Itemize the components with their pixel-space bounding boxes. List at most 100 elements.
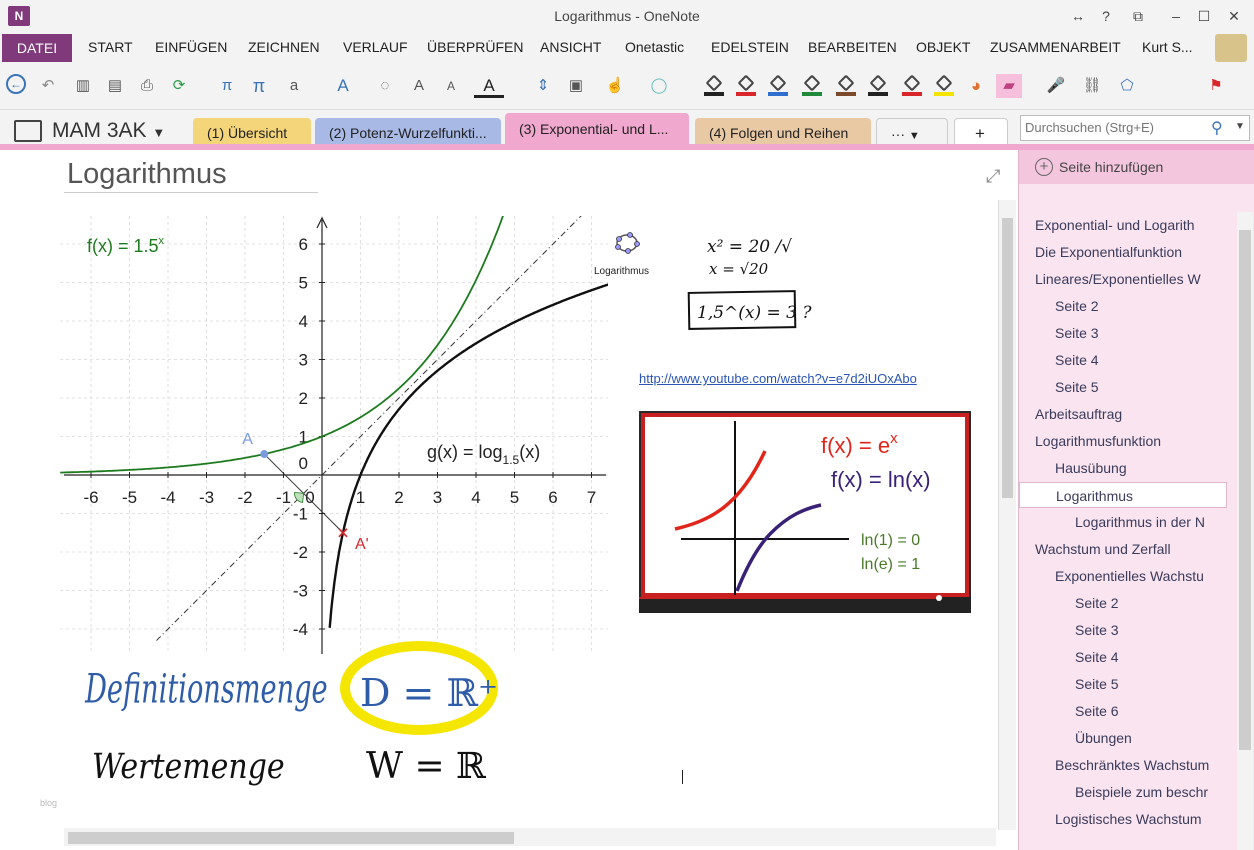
page-horizontal-scrollbar[interactable] <box>64 828 996 846</box>
youtube-link[interactable]: http://www.youtube.com/watch?v=e7d2iUOxA… <box>639 371 917 386</box>
geogebra-label[interactable]: Logarithmus <box>594 266 649 277</box>
page-item[interactable]: Seite 3 <box>1055 320 1219 346</box>
flag-icon[interactable]: ⚑ <box>1204 74 1228 98</box>
chevron-down-icon[interactable]: ▼ <box>152 125 165 140</box>
brown-pen-icon[interactable] <box>834 74 858 98</box>
sync-icon[interactable]: ⟳ <box>168 74 190 98</box>
page-item[interactable]: Logarithmus in der N <box>1075 509 1219 535</box>
page-item[interactable]: Seite 5 <box>1055 374 1219 400</box>
video-thumbnail[interactable]: f(x) = ex f(x) = ln(x) ln(1) = 0 ln(e) =… <box>639 411 971 613</box>
avatar[interactable] <box>1215 34 1247 62</box>
page-vertical-scrollbar[interactable] <box>998 200 1016 830</box>
restore-ribbon-icon[interactable]: ↔ <box>1066 5 1090 27</box>
text-color-icon[interactable]: A <box>474 74 504 98</box>
page-item[interactable]: Lineares/Exponentielles W <box>1035 266 1219 292</box>
expand-icon[interactable]: ⤢ <box>986 166 1000 187</box>
notebook-name[interactable]: MAM 3AK ▼ <box>52 119 165 143</box>
page-item[interactable]: Hausübung <box>1055 455 1219 481</box>
touch-icon[interactable]: ☝ <box>600 74 630 98</box>
print-preview-icon[interactable]: ⎙ <box>136 74 158 98</box>
red-pen-2-icon[interactable] <box>900 74 924 98</box>
page-list-scrollbar[interactable] <box>1237 212 1253 850</box>
pi-icon[interactable]: π <box>248 74 270 98</box>
tab-datei[interactable]: DATEI <box>2 34 72 62</box>
green-pen-icon[interactable] <box>800 74 824 98</box>
dock-icon[interactable]: ▥ <box>72 74 94 98</box>
tab-ansicht[interactable]: ANSICHT <box>540 39 601 55</box>
link-icon[interactable]: ⛓ <box>1080 74 1104 98</box>
notebook-icon[interactable] <box>14 120 42 142</box>
pi-symbol-icon[interactable]: π <box>214 74 240 98</box>
page-item[interactable]: Exponentielles Wachstu <box>1055 563 1219 589</box>
color-wheel-icon[interactable]: ◕ <box>964 74 988 98</box>
tab-zeichnen[interactable]: ZEICHNEN <box>248 39 320 55</box>
red-pen-icon[interactable] <box>734 74 758 98</box>
page-item-selected[interactable]: Logarithmus <box>1019 482 1227 508</box>
page-item[interactable]: Wachstum und Zerfall <box>1035 536 1219 562</box>
user-name[interactable]: Kurt S... <box>1142 39 1193 55</box>
insert-space-icon[interactable]: ⇕ <box>532 74 554 98</box>
page-item[interactable]: Seite 4 <box>1055 347 1219 373</box>
maximize-button[interactable]: ☐ <box>1192 5 1216 27</box>
page-canvas[interactable]: Logarithmus ⤢ -6 -5 -4 -3 -2 -1 0 1 2 3 4 5 6 7 -4 -3 -2… <box>0 150 1018 850</box>
tab-onetastic[interactable]: Onetastic <box>625 39 684 55</box>
black-pen-icon[interactable] <box>702 74 726 98</box>
blue-pen-icon[interactable] <box>766 74 790 98</box>
page-item[interactable]: Seite 3 <box>1075 617 1219 643</box>
lasso-icon[interactable]: ◌ <box>374 74 396 98</box>
vertical-scroll-thumb[interactable] <box>1002 218 1013 498</box>
page-item[interactable]: Übungen <box>1075 725 1219 751</box>
page-icon[interactable]: ▤ <box>104 74 126 98</box>
handwritten-note[interactable]: x² = 20 /√ x = √20 1,5^(x) = 3 ? <box>683 226 833 336</box>
highlighter-icon[interactable] <box>932 74 956 98</box>
help-button[interactable]: ? <box>1094 5 1118 27</box>
shrink-font-icon[interactable]: A <box>440 74 462 98</box>
page-item[interactable]: Seite 6 <box>1075 698 1219 724</box>
black-pen-2-icon[interactable] <box>866 74 890 98</box>
ribbon-display-button[interactable]: ⧉ <box>1126 5 1150 27</box>
tag-icon[interactable]: ⬠ <box>1112 74 1142 98</box>
tab-bearbeiten[interactable]: BEARBEITEN <box>808 39 897 55</box>
page-item[interactable]: Die Exponentialfunktion <box>1035 239 1219 265</box>
page-item[interactable]: Arbeitsauftrag <box>1035 401 1219 427</box>
search-icon[interactable]: ⚲ <box>1211 118 1223 138</box>
page-item[interactable]: Beschränktes Wachstum <box>1055 752 1219 778</box>
tab-zusammenarbeit[interactable]: ZUSAMMENARBEIT <box>990 39 1121 55</box>
back-icon[interactable]: ← <box>6 74 26 94</box>
page-item[interactable]: Seite 2 <box>1075 590 1219 616</box>
tab-einfuegen[interactable]: EINFÜGEN <box>155 39 227 55</box>
add-page-button[interactable]: + Seite hinzufügen <box>1019 150 1254 184</box>
screen-clip-icon[interactable]: ▣ <box>564 74 588 98</box>
shape-icon[interactable]: ◯ <box>644 74 674 98</box>
tab-verlauf[interactable]: VERLAUF <box>343 39 408 55</box>
tab-start[interactable]: START <box>88 39 133 55</box>
search-box[interactable]: ⚲ ▼ <box>1020 115 1250 141</box>
font-color-icon[interactable]: A <box>328 74 358 98</box>
page-item[interactable]: Logistisches Wachstum <box>1055 806 1219 832</box>
page-item[interactable]: Beispiele zum beschr <box>1075 779 1219 805</box>
text-align-icon[interactable]: a <box>282 74 306 98</box>
search-input[interactable] <box>1025 120 1205 135</box>
eraser-icon[interactable]: ▰ <box>996 74 1022 98</box>
page-list-panel: + Seite hinzufügen Exponential- und Loga… <box>1018 150 1254 850</box>
page-item[interactable]: Seite 4 <box>1075 644 1219 670</box>
page-item[interactable]: Logarithmusfunktion <box>1035 428 1219 454</box>
page-item[interactable]: Exponential- und Logarith <box>1035 212 1219 238</box>
tab-ueberpruefen[interactable]: ÜBERPRÜFEN <box>427 39 523 55</box>
page-list-scroll-thumb[interactable] <box>1239 230 1251 750</box>
tab-objekt[interactable]: OBJEKT <box>916 39 970 55</box>
page-title[interactable]: Logarithmus <box>67 158 227 191</box>
microphone-icon[interactable]: 🎤 <box>1044 74 1068 98</box>
page-item[interactable]: Seite 2 <box>1055 293 1219 319</box>
horizontal-scroll-thumb[interactable] <box>68 832 514 844</box>
undo-icon[interactable]: ↶ <box>36 74 60 98</box>
handwritten-sets[interactable]: Definitionsmenge Wertemenge D = ℝ⁺ W = ℝ <box>80 640 520 790</box>
tab-edelstein[interactable]: EDELSTEIN <box>711 39 789 55</box>
grow-font-icon[interactable]: A <box>408 74 430 98</box>
close-button[interactable]: ✕ <box>1222 5 1246 27</box>
minimize-button[interactable]: – <box>1164 5 1188 27</box>
geogebra-icon[interactable] <box>592 226 672 286</box>
chevron-down-icon[interactable]: ▼ <box>1235 121 1245 132</box>
page-item[interactable]: Seite 5 <box>1075 671 1219 697</box>
geogebra-graph[interactable]: -6 -5 -4 -3 -2 -1 0 1 2 3 4 5 6 7-4-3-2-11234560 A A'… <box>60 216 608 654</box>
